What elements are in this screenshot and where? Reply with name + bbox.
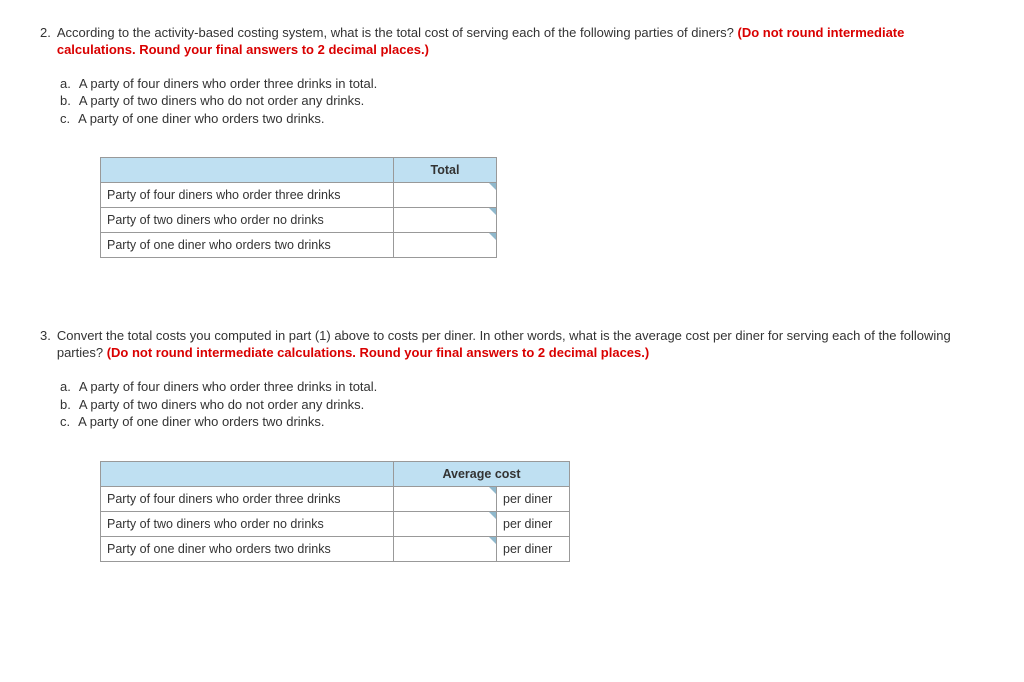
q2-text-black: According to the activity-based costing … (57, 25, 738, 40)
q3-sub-c-letter: c. (60, 413, 70, 431)
table-row: Party of two diners who order no drinks … (101, 511, 570, 536)
q3-table-header-blank (101, 461, 394, 486)
q3-sub-a: a. A party of four diners who order thre… (60, 378, 984, 396)
cell-handle-icon (489, 233, 496, 240)
q2-prompt: 2. According to the activity-based costi… (40, 25, 984, 59)
q3-sub-b-letter: b. (60, 396, 71, 414)
q3-row2-desc: Party of two diners who order no drinks (101, 511, 394, 536)
q3-table: Average cost Party of four diners who or… (100, 461, 570, 562)
q3-row1-input[interactable] (394, 486, 497, 511)
question-2: 2. According to the activity-based costi… (40, 25, 984, 258)
q3-sub-c-text: A party of one diner who orders two drin… (78, 413, 324, 431)
q2-sub-a: a. A party of four diners who order thre… (60, 75, 984, 93)
q3-body: Convert the total costs you computed in … (57, 328, 984, 362)
q2-body: According to the activity-based costing … (57, 25, 984, 59)
q2-sub-c-text: A party of one diner who orders two drin… (78, 110, 324, 128)
q2-row3-desc: Party of one diner who orders two drinks (101, 233, 394, 258)
q3-text-red: (Do not round intermediate calculations.… (107, 345, 650, 360)
q2-sub-a-letter: a. (60, 75, 71, 93)
q3-sub-c: c. A party of one diner who orders two d… (60, 413, 984, 431)
q3-prompt: 3. Convert the total costs you computed … (40, 328, 984, 362)
q3-sub-b-text: A party of two diners who do not order a… (79, 396, 364, 414)
q2-row2-desc: Party of two diners who order no drinks (101, 208, 394, 233)
table-row: Party of four diners who order three dri… (101, 486, 570, 511)
table-row: Party of one diner who orders two drinks (101, 233, 497, 258)
cell-handle-icon (489, 183, 496, 190)
cell-handle-icon (489, 208, 496, 215)
cell-handle-icon (489, 537, 496, 544)
q3-row1-desc: Party of four diners who order three dri… (101, 486, 394, 511)
q2-sub-b-letter: b. (60, 92, 71, 110)
q2-sub-c-letter: c. (60, 110, 70, 128)
q3-table-header-avg: Average cost (394, 461, 570, 486)
q2-table-header-total: Total (394, 158, 497, 183)
table-row: Party of four diners who order three dri… (101, 183, 497, 208)
q3-row3-input[interactable] (394, 536, 497, 561)
q2-sub-b: b. A party of two diners who do not orde… (60, 92, 984, 110)
q2-row3-input[interactable] (394, 233, 497, 258)
table-row: Party of two diners who order no drinks (101, 208, 497, 233)
q2-sub-b-text: A party of two diners who do not order a… (79, 92, 364, 110)
q3-number: 3. (40, 328, 51, 362)
q3-sub-a-text: A party of four diners who order three d… (79, 378, 377, 396)
q2-table-header-blank (101, 158, 394, 183)
q3-row2-input[interactable] (394, 511, 497, 536)
q2-sub-list: a. A party of four diners who order thre… (60, 75, 984, 128)
question-3: 3. Convert the total costs you computed … (40, 328, 984, 561)
q2-row1-desc: Party of four diners who order three dri… (101, 183, 394, 208)
cell-handle-icon (489, 487, 496, 494)
q2-number: 2. (40, 25, 51, 59)
q2-row1-input[interactable] (394, 183, 497, 208)
q2-sub-c: c. A party of one diner who orders two d… (60, 110, 984, 128)
q2-sub-a-text: A party of four diners who order three d… (79, 75, 377, 93)
q3-row3-unit: per diner (497, 536, 570, 561)
cell-handle-icon (489, 512, 496, 519)
q3-sub-a-letter: a. (60, 378, 71, 396)
q2-table: Total Party of four diners who order thr… (100, 157, 497, 258)
q3-sub-list: a. A party of four diners who order thre… (60, 378, 984, 431)
q3-row2-unit: per diner (497, 511, 570, 536)
q3-row1-unit: per diner (497, 486, 570, 511)
q3-row3-desc: Party of one diner who orders two drinks (101, 536, 394, 561)
q3-sub-b: b. A party of two diners who do not orde… (60, 396, 984, 414)
table-row: Party of one diner who orders two drinks… (101, 536, 570, 561)
q2-row2-input[interactable] (394, 208, 497, 233)
